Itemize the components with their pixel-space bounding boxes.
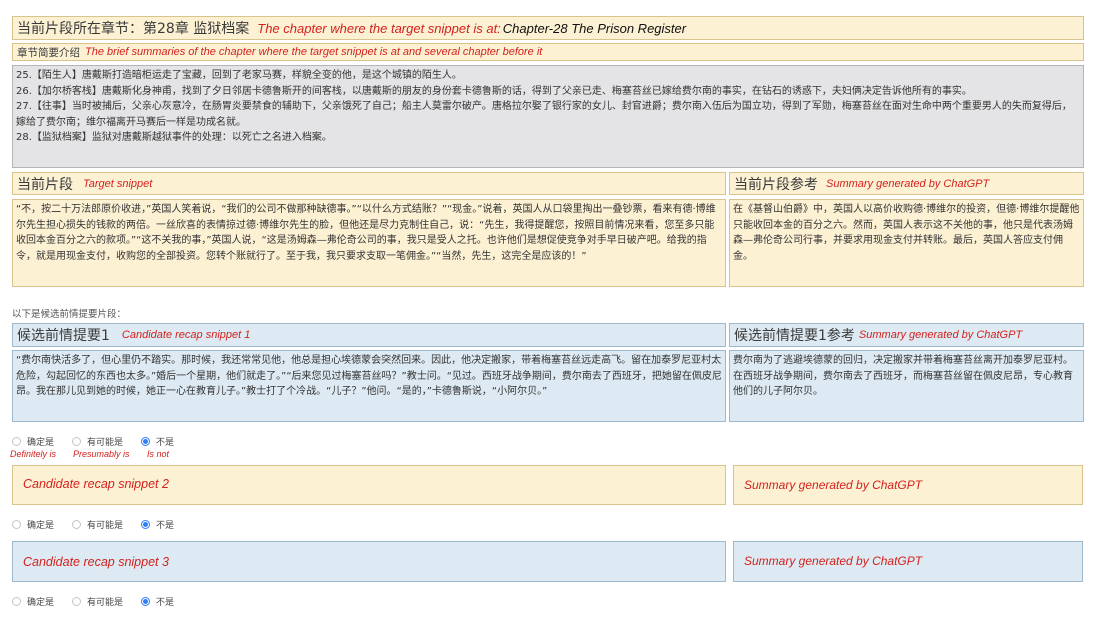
option-presumably[interactable]: 有可能是 [72,435,123,448]
candidate3-summary-label-en: Summary generated by ChatGPT [744,554,923,568]
radio-definitely[interactable] [12,520,21,529]
candidate1-header: 候选前情提要1 Candidate recap snippet 1 [12,323,726,347]
summaries-label-zh: 章节简要介绍 [17,46,80,59]
chapter-header: 当前片段所在章节：第28章 监狱档案 The chapter where the… [12,16,1084,40]
candidate1-summary-header: 候选前情提要1参考 Summary generated by ChatGPT [729,323,1084,347]
candidate1-text: “费尔南快活多了，但心里仍不踏实。那时候，我还常常见他，他总是担心埃德蒙会突然回… [12,350,726,422]
radio-presumably[interactable] [72,437,82,446]
option-presumably-en: Presumably is [73,449,130,459]
option-not-label: 不是 [156,438,175,448]
radio-not[interactable] [141,520,151,529]
chapter-label-zh: 当前片段所在章节：第28章 监狱档案 [17,21,250,37]
option-definitely-label: 确定是 [27,438,55,448]
chapter-name-en: Chapter-28 The Prison Register [502,20,687,36]
option-presumably-label: 有可能是 [87,521,124,531]
candidate2-label-en: Candidate recap snippet 2 [23,477,169,491]
option-definitely-en: Definitely is [10,449,57,459]
option-presumably-label: 有可能是 [87,598,124,608]
candidate3-label-en: Candidate recap snippet 3 [23,555,169,569]
candidates-intro: 以下是候选前情提要片段： [12,309,127,320]
option-not[interactable]: 不是 [141,518,174,531]
option-definitely[interactable]: 确定是 [12,595,54,608]
target-snippet-content: “不，按二十万法郎原价收进，”英国人笑着说，“我们的公司不做那种缺德事。”“以什… [16,204,716,262]
option-not[interactable]: 不是 [141,595,174,608]
chapter-summary-item: 26.【加尔桥客栈】唐戴斯化身神甫，找到了夕日邻居卡德鲁斯开的间客栈，以唐戴斯的… [16,85,972,97]
candidate1-summary-content: 费尔南为了逃避埃德蒙的回归，决定搬家并带着梅塞苔丝离开加泰罗尼亚村。在西班牙战争… [733,355,1073,398]
candidate1-options: 确定是 有可能是 不是 [12,435,192,448]
target-summary-label-en: Summary generated by ChatGPT [826,177,990,190]
summaries-header: 章节简要介绍 The brief summaries of the chapte… [12,43,1084,61]
chapter-summary-item: 25.【陌生人】唐戴斯打造暗柜运走了宝藏，回到了老家马赛，样貌全变的他，是这个城… [16,70,462,81]
candidate1-label-zh: 候选前情提要1 [17,328,110,344]
target-summary-label-zh: 当前片段参考 [734,176,818,193]
summaries-label-en: The brief summaries of the chapter where… [85,46,543,58]
option-not-label: 不是 [156,521,175,531]
option-not-label: 不是 [156,598,175,608]
radio-definitely[interactable] [12,597,21,606]
candidate1-label-en: Candidate recap snippet 1 [121,329,251,341]
option-definitely[interactable]: 确定是 [12,435,54,448]
target-snippet-label-zh: 当前片段 [17,176,73,193]
candidate3-options: 确定是 有可能是 不是 [12,595,192,608]
candidate1-summary-text: 费尔南为了逃避埃德蒙的回归，决定搬家并带着梅塞苔丝离开加泰罗尼亚村。在西班牙战争… [729,350,1084,422]
radio-not[interactable] [141,597,151,606]
radio-definitely[interactable] [12,437,21,446]
target-summary-content: 在《基督山伯爵》中，英国人以高价收购德·博维尔的投资，但德·博维尔提醒他只能收回… [733,204,1080,262]
candidate1-summary-label-en: Summary generated by ChatGPT [858,329,1023,341]
option-definitely-label: 确定是 [27,521,55,531]
chapter-summaries: 25.【陌生人】唐戴斯打造暗柜运走了宝藏，回到了老家马赛，样貌全变的他，是这个城… [12,65,1084,168]
candidate2-summary-label-en: Summary generated by ChatGPT [744,478,923,492]
candidate3-summary-box: Summary generated by ChatGPT [733,541,1083,582]
option-presumably-label: 有可能是 [87,438,124,448]
option-not-en: Is not [147,449,170,459]
candidate2-summary-box: Summary generated by ChatGPT [733,465,1083,505]
target-summary-header: 当前片段参考 Summary generated by ChatGPT [729,172,1084,195]
option-presumably[interactable]: 有可能是 [72,595,123,608]
target-snippet-header: 当前片段 Target snippet [12,172,726,195]
radio-not[interactable] [141,437,151,446]
radio-presumably[interactable] [72,597,82,606]
chapter-label-en: The chapter where the target snippet is … [257,20,501,36]
chapter-summary-item: 28.【监狱档案】监狱对唐戴斯越狱事件的处理：以死亡之名进入档案。 [16,132,332,144]
candidate2-options: 确定是 有可能是 不是 [12,518,192,531]
target-snippet-label-en: Target snippet [83,177,153,190]
target-summary-text: 在《基督山伯爵》中，英国人以高价收购德·博维尔的投资，但德·博维尔提醒他只能收回… [729,199,1084,287]
option-not[interactable]: 不是 [141,435,174,448]
candidate1-summary-label-zh: 候选前情提要1参考 [734,328,855,344]
candidate2-box: Candidate recap snippet 2 [12,465,726,505]
target-snippet-text: “不，按二十万法郎原价收进，”英国人笑着说，“我们的公司不做那种缺德事。”“以什… [12,199,726,287]
candidate1-content: “费尔南快活多了，但心里仍不踏实。那时候，我还常常见他，他总是担心埃德蒙会突然回… [16,355,722,398]
radio-presumably[interactable] [72,520,82,529]
option-definitely[interactable]: 确定是 [12,518,54,531]
option-presumably[interactable]: 有可能是 [72,518,123,531]
candidate3-box: Candidate recap snippet 3 [12,541,726,582]
option-definitely-label: 确定是 [27,598,55,608]
chapter-summary-item: 27.【往事】当时被捕后，父亲心灰意冷，在肠胃炎要禁食的辅助下，父亲饿死了自己；… [16,101,1072,128]
